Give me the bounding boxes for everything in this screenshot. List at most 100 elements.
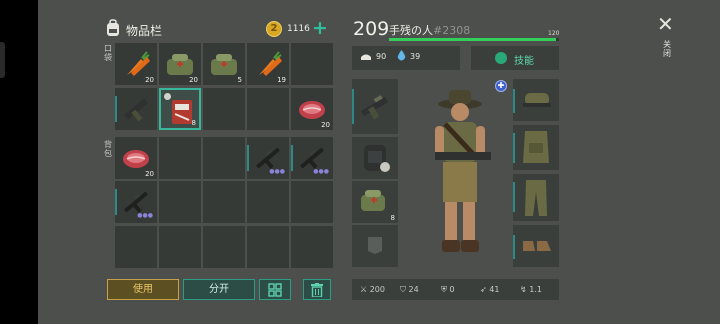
vest-placeholder-icon: [368, 237, 382, 254]
armor-value: 0: [449, 285, 455, 294]
slot-count: 20: [189, 76, 198, 84]
inventory-slot[interactable]: 8: [159, 88, 201, 130]
attack-icon: ⚔: [360, 285, 368, 294]
inventory-slot[interactable]: [203, 88, 245, 130]
character-avatar: [435, 90, 491, 252]
sort-button[interactable]: [259, 279, 291, 300]
xp-max: 120: [548, 30, 560, 37]
inventory-slot[interactable]: [159, 181, 201, 223]
character-level: 209: [353, 18, 390, 40]
coin-icon: 2: [266, 21, 282, 37]
assault-rifle-icon: [124, 98, 148, 122]
slot-stripe: [513, 133, 515, 163]
slot-count: 8: [191, 119, 196, 127]
bar-marker: [0, 42, 5, 78]
inventory-slot[interactable]: 20: [159, 43, 201, 85]
slot-stripe: [291, 145, 293, 171]
backpack-label: 背包: [104, 140, 112, 158]
inventory-slot[interactable]: [115, 88, 157, 130]
cap-icon: [523, 93, 551, 107]
player-name: 手残の人: [389, 24, 433, 37]
medkit-bag-icon: [211, 54, 237, 75]
armor-icon: ⛨: [441, 285, 447, 294]
tactical-backpack-icon: [364, 145, 390, 172]
game-screen: 物品栏 2 1116 + 口袋 背包 20 20 5 19 8 20 20 ●●● ●●● ●●●…: [0, 0, 720, 324]
inventory-slot[interactable]: [203, 181, 245, 223]
inventory-slot[interactable]: 20: [115, 43, 157, 85]
inventory-slot[interactable]: 19: [247, 43, 289, 85]
xp-bar: [389, 38, 559, 41]
delete-button[interactable]: [303, 279, 331, 300]
defense-value: 24: [408, 285, 419, 294]
grid-sort-icon: [268, 283, 282, 297]
slot-count: 20: [145, 170, 154, 178]
use-button[interactable]: 使用: [107, 279, 179, 300]
add-coins-button[interactable]: +: [312, 17, 328, 39]
player-id: #2308: [433, 24, 471, 37]
legs-slot[interactable]: [513, 174, 559, 221]
slot-stripe: [352, 89, 354, 124]
assault-rifle-icon: [361, 95, 389, 120]
food-icon: [361, 54, 371, 60]
character-name: 手残の人#2308: [389, 22, 470, 38]
slot-stripe: [247, 145, 249, 171]
inventory-slot[interactable]: [291, 43, 333, 85]
inventory-slot[interactable]: [115, 226, 157, 268]
body-slot[interactable]: [513, 125, 559, 170]
feet-slot[interactable]: [513, 225, 559, 267]
inventory-slot[interactable]: ●●●: [291, 137, 333, 179]
slot-stripe: [513, 182, 515, 212]
inventory-slot[interactable]: ●●●: [247, 137, 289, 179]
speed-icon: ➶: [480, 285, 487, 294]
empty-armor-slot[interactable]: [352, 225, 398, 267]
inventory-slot[interactable]: [203, 226, 245, 268]
rarity-dots: ●●●: [313, 168, 329, 175]
backpack-slot[interactable]: [352, 137, 398, 179]
slot-count: 20: [145, 76, 154, 84]
defense-stat: ⛉ 24: [400, 285, 419, 295]
shield-icon: ⛉: [400, 285, 406, 294]
inventory-slot[interactable]: 20: [115, 137, 157, 179]
inventory-slot[interactable]: [247, 181, 289, 223]
boots-icon: [523, 241, 551, 251]
skill-star-icon: [495, 52, 507, 64]
inventory-slot[interactable]: [247, 226, 289, 268]
attack-value: 200: [369, 285, 385, 294]
carrot-icon: [259, 51, 282, 76]
cargo-pants-icon: [525, 180, 547, 216]
inventory-slot[interactable]: 5: [203, 43, 245, 85]
inventory-slot[interactable]: 20: [291, 88, 333, 130]
crit-icon: ↯: [520, 285, 527, 294]
medkit-bag-icon: [361, 190, 385, 211]
head-slot[interactable]: [513, 79, 559, 121]
raw-steak-icon: [299, 101, 325, 119]
inventory-slot[interactable]: [291, 226, 333, 268]
inventory-slot[interactable]: ●●●: [115, 181, 157, 223]
slot-count: 8: [390, 214, 395, 222]
drop-badge-icon: [164, 93, 171, 100]
inventory-slot[interactable]: [203, 137, 245, 179]
slot-stripe: [513, 89, 515, 113]
slot-count: 20: [321, 121, 330, 129]
inventory-slot[interactable]: [159, 226, 201, 268]
left-system-bar: [0, 0, 38, 324]
inventory-slot[interactable]: [159, 137, 201, 179]
tactical-vest-icon: [523, 131, 549, 163]
speed-stat: ➶ 41: [480, 285, 499, 294]
slot-stripe: [115, 189, 117, 215]
secondary-slot[interactable]: 8: [352, 181, 398, 223]
xp-bar-fill: [389, 38, 556, 41]
inventory-slot[interactable]: [291, 181, 333, 223]
inventory-title: 物品栏: [126, 24, 163, 38]
raw-steak-icon: [123, 150, 149, 168]
slot-stripe: [115, 96, 117, 122]
close-label: 关闭: [663, 40, 671, 58]
primary-weapon-slot[interactable]: [352, 79, 398, 134]
medkit-bag-icon: [167, 54, 193, 75]
backpack-icon: [107, 19, 119, 36]
armor-stat: ⛨ 0: [441, 285, 455, 295]
inventory-slot[interactable]: [247, 88, 289, 130]
slot-stripe: [513, 235, 515, 259]
close-button[interactable]: ✕: [657, 12, 674, 36]
split-button[interactable]: 分开: [183, 279, 255, 300]
